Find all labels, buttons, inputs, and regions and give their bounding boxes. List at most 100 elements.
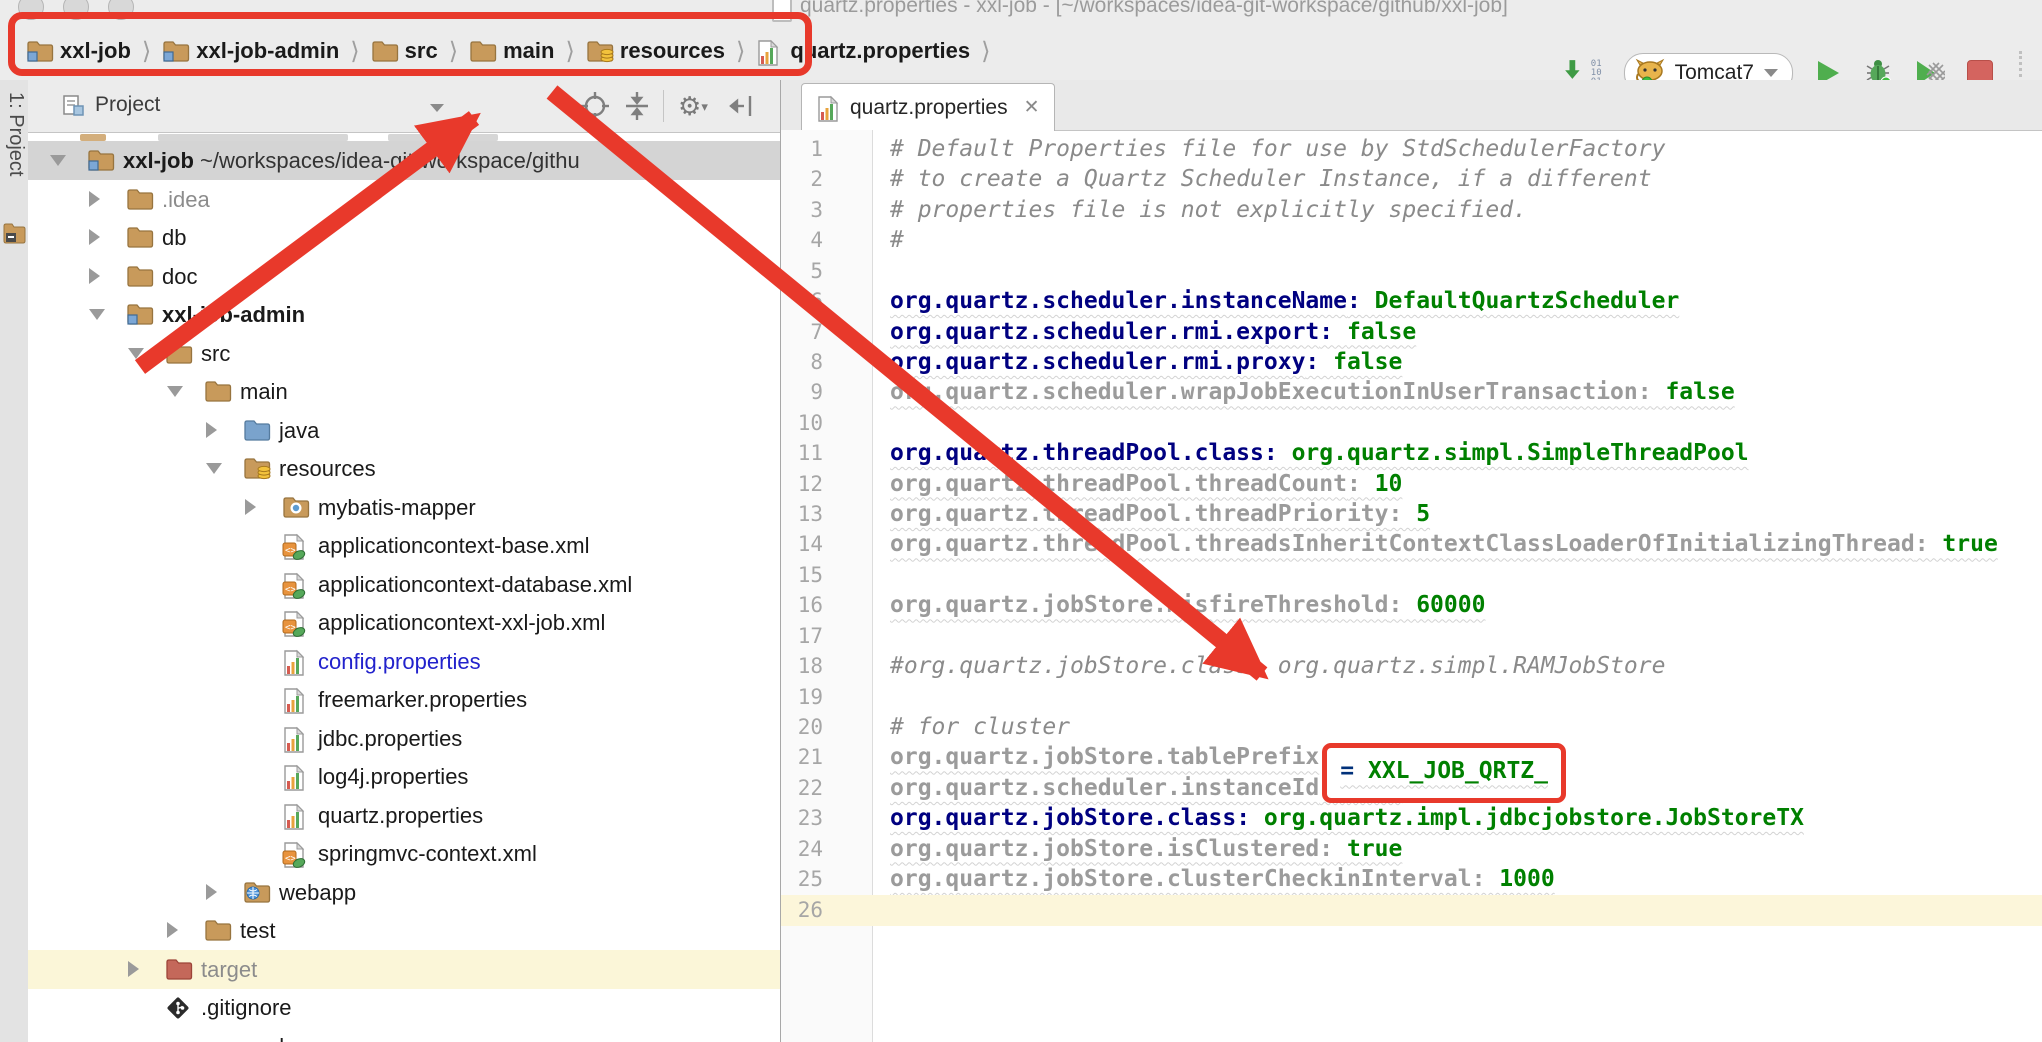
tree-item-db[interactable]: db [28, 218, 780, 257]
chevron-collapsed-icon[interactable] [89, 191, 100, 207]
breadcrumb-item-xxl-job-admin[interactable]: xxl-job-admin [162, 38, 339, 64]
line-number: 26 [781, 895, 823, 926]
code-line-14[interactable]: 14org.quartz.threadPool.threadsInheritCo… [781, 529, 2042, 560]
code-line-2[interactable]: 2# to create a Quartz Scheduler Instance… [781, 164, 2042, 195]
chevron-expanded-icon[interactable] [167, 386, 183, 397]
code-line-23[interactable]: 23org.quartz.jobStore.class: org.quartz.… [781, 803, 2042, 834]
breadcrumb-item-src[interactable]: src [371, 38, 438, 64]
chevron-expanded-icon[interactable] [128, 348, 144, 359]
chevron-collapsed-icon[interactable] [89, 268, 100, 284]
tree-item-resources[interactable]: resources [28, 449, 780, 488]
breadcrumb-separator: ⟩ [736, 37, 745, 66]
chevron-collapsed-icon[interactable] [128, 961, 139, 977]
code-line-12[interactable]: 12org.quartz.threadPool.threadCount: 10 [781, 469, 2042, 500]
code-line-26[interactable]: 26 [781, 895, 2042, 926]
chevron-collapsed-icon[interactable] [167, 922, 178, 938]
line-text: # properties file is not explicitly spec… [890, 195, 1527, 226]
tree-item-springmvc-context.xml[interactable]: <>springmvc-context.xml [28, 834, 780, 873]
chevron-collapsed-icon[interactable] [89, 229, 100, 245]
tree-item-applicationcontext-database.xml[interactable]: <>applicationcontext-database.xml [28, 565, 780, 604]
tree-item-xxl-job-admin[interactable]: xxl-job-admin [28, 295, 780, 334]
tree-item-webapp[interactable]: webapp [28, 873, 780, 912]
close-icon[interactable]: ✕ [1024, 96, 1040, 119]
folder-icon [165, 341, 193, 365]
locate-file-icon[interactable] [580, 91, 610, 121]
code-line-9[interactable]: 9org.quartz.scheduler.wrapJobExecutionIn… [781, 377, 2042, 408]
code-line-13[interactable]: 13org.quartz.threadPool.threadPriority: … [781, 499, 2042, 530]
tree-item-label: xxl-job-admin [162, 295, 305, 334]
window-zoom-button[interactable] [108, 0, 134, 20]
code-line-3[interactable]: 3# properties file is not explicitly spe… [781, 195, 2042, 226]
line-text: # [890, 225, 904, 256]
chevron-expanded-icon[interactable] [89, 309, 105, 320]
tree-item-doc[interactable]: doc [28, 257, 780, 296]
folder-icon [371, 39, 399, 63]
chevron-expanded-icon[interactable] [50, 155, 66, 166]
code-line-21[interactable]: 21org.quartz.jobStore.tablePrefix= XXL_J… [781, 742, 2042, 773]
breadcrumb: xxl-job⟩ xxl-job-admin⟩ src⟩ main⟩ resou… [26, 22, 1001, 80]
tree-item-log4j.properties[interactable]: log4j.properties [28, 757, 780, 796]
tree-item-target[interactable]: target [28, 950, 780, 989]
chevron-collapsed-icon[interactable] [206, 422, 217, 438]
tree-item-java[interactable]: java [28, 411, 780, 450]
tree-item-xxl-job[interactable]: xxl-job ~/workspaces/idea-git-workspace/… [28, 141, 780, 180]
folder-icon [469, 39, 497, 63]
tab-label: quartz.properties [850, 96, 1008, 120]
chevron-collapsed-icon[interactable] [245, 499, 256, 515]
line-number: 15 [781, 560, 823, 591]
chevron-collapsed-icon[interactable] [206, 884, 217, 900]
code-line-18[interactable]: 18#org.quartz.jobStore.class: org.quartz… [781, 651, 2042, 682]
tree-item-applicationcontext-xxl-job.xml[interactable]: <>applicationcontext-xxl-job.xml [28, 603, 780, 642]
line-number: 14 [781, 529, 823, 560]
code-line-25[interactable]: 25org.quartz.jobStore.clusterCheckinInte… [781, 864, 2042, 895]
tree-item-label: doc [162, 257, 197, 296]
code-line-6[interactable]: 6org.quartz.scheduler.instanceName: Defa… [781, 286, 2042, 317]
tree-item-jdbc.properties[interactable]: jdbc.properties [28, 719, 780, 758]
settings-gear-icon[interactable]: ⚙▾ [678, 91, 722, 121]
tree-item-src[interactable]: src [28, 334, 780, 373]
code-editor[interactable]: 1# Default Properties file for use by St… [781, 130, 2042, 1042]
project-tool-window-icon[interactable] [2, 222, 26, 244]
code-line-24[interactable]: 24org.quartz.jobStore.isClustered: true [781, 834, 2042, 865]
code-line-8[interactable]: 8org.quartz.scheduler.rmi.proxy: false [781, 347, 2042, 378]
breadcrumb-item-quartz.properties[interactable]: quartz.properties [756, 38, 970, 64]
code-line-10[interactable]: 10 [781, 408, 2042, 439]
code-line-16[interactable]: 16org.quartz.jobStore.misfireThreshold: … [781, 590, 2042, 621]
tree-item-applicationcontext-base.xml[interactable]: <>applicationcontext-base.xml [28, 526, 780, 565]
tree-item-label: springmvc-context.xml [318, 834, 537, 873]
code-line-15[interactable]: 15 [781, 560, 2042, 591]
properties-file-icon [282, 687, 310, 711]
tree-item-label: webapp [279, 873, 356, 912]
code-line-11[interactable]: 11org.quartz.threadPool.class: org.quart… [781, 438, 2042, 469]
panel-splitter[interactable] [780, 80, 781, 1042]
tree-item-config.properties[interactable]: config.properties [28, 642, 780, 681]
tree-item-label: config.properties [318, 642, 481, 681]
hide-panel-icon[interactable] [728, 91, 758, 121]
breadcrumb-item-resources[interactable]: resources [586, 38, 725, 64]
tree-item-main[interactable]: main [28, 372, 780, 411]
sidebar-item-project[interactable]: 1: Project [4, 92, 27, 176]
tree-item-.gitignore[interactable]: .gitignore [28, 988, 780, 1027]
collapse-all-icon[interactable] [622, 91, 652, 121]
breadcrumb-item-main[interactable]: main [469, 38, 554, 64]
code-line-17[interactable]: 17 [781, 621, 2042, 652]
tree-item-freemarker.properties[interactable]: freemarker.properties [28, 680, 780, 719]
window-minimize-button[interactable] [63, 0, 89, 20]
chevron-expanded-icon[interactable] [206, 463, 222, 474]
code-line-20[interactable]: 20# for cluster [781, 712, 2042, 743]
project-views-dropdown[interactable] [430, 104, 444, 112]
tree-item-mybatis-mapper[interactable]: mybatis-mapper [28, 488, 780, 527]
code-line-4[interactable]: 4# [781, 225, 2042, 256]
code-line-7[interactable]: 7org.quartz.scheduler.rmi.export: false [781, 317, 2042, 348]
tree-item-.idea[interactable]: .idea [28, 180, 780, 219]
window-close-button[interactable] [18, 0, 44, 20]
tree-item-label: test [240, 911, 275, 950]
tree-item-test[interactable]: test [28, 911, 780, 950]
tree-item-pom.xml[interactable]: mpom.xml [28, 1027, 780, 1042]
tree-item-quartz.properties[interactable]: quartz.properties [28, 796, 780, 835]
code-line-1[interactable]: 1# Default Properties file for use by St… [781, 134, 2042, 165]
breadcrumb-item-xxl-job[interactable]: xxl-job [26, 38, 131, 64]
tab-quartz-properties[interactable]: quartz.properties ✕ [801, 83, 1055, 131]
code-line-19[interactable]: 19 [781, 682, 2042, 713]
code-line-5[interactable]: 5 [781, 256, 2042, 287]
